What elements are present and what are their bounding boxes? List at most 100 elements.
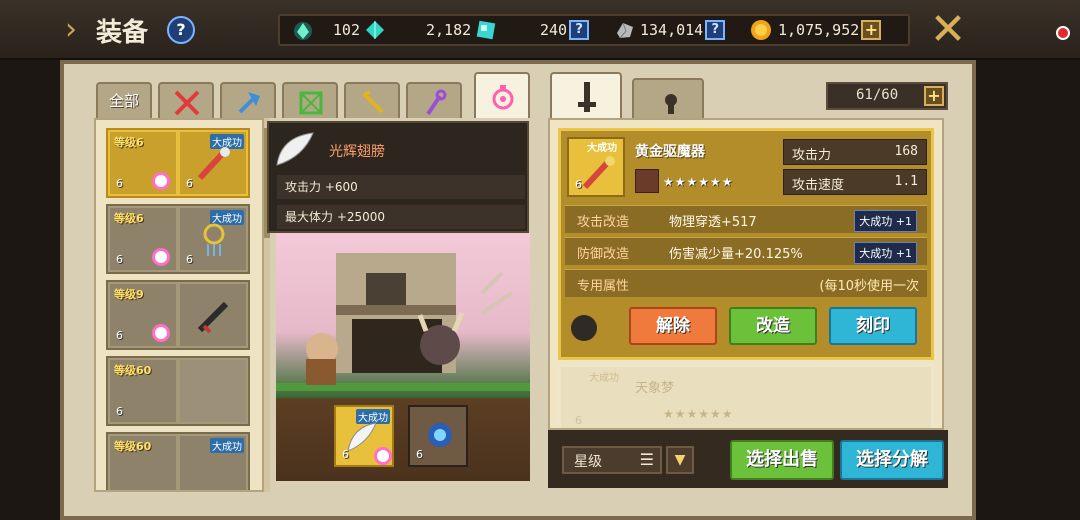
equipment-list[interactable]: 等级6 6 大成功 6 等级6 6 大成功 6 等级9 6 等级60 6 等级6… <box>94 118 264 492</box>
tab-equipment-accessory[interactable] <box>632 78 704 118</box>
mod-label: 攻击改造 <box>577 215 630 230</box>
star-count: 6 <box>116 405 123 418</box>
resource-help-button[interactable]: ? <box>705 20 726 40</box>
item-name: 黄金驱魔器 <box>635 144 705 160</box>
hero-slot[interactable]: 等级9 6 <box>110 284 176 346</box>
item-name: 天象梦 <box>635 381 675 396</box>
level-label: 等级60 <box>114 440 152 453</box>
tab-sword[interactable] <box>158 82 214 118</box>
lock-icon[interactable] <box>571 315 597 341</box>
tab-bow[interactable] <box>282 82 338 118</box>
top-bar: › 装备 ? 102 2,182 240 ? 134,014 ? 1,075,9… <box>0 0 1080 60</box>
item-slot[interactable]: 大成功 6 <box>180 132 246 194</box>
exorcist-item-icon <box>197 147 230 181</box>
tooltip-item-name: 光辉翅膀 <box>329 144 385 160</box>
accessory-icon <box>492 85 514 110</box>
stat-attack-speed: 攻击速度 1.1 <box>783 169 927 195</box>
hero-slot[interactable]: 等级60 6 <box>110 360 176 422</box>
tab-accessory[interactable] <box>474 72 530 118</box>
selected-item-card[interactable]: 大成功 6 黄金驱魔器 ★★★★★★ 攻击力 168 攻击速度 1.1 攻击改造… <box>558 128 934 360</box>
list-item[interactable]: 等级60 6 <box>106 356 250 426</box>
sort-dropdown-button[interactable]: ▼ <box>666 446 694 474</box>
unequip-button[interactable]: 解除 <box>629 307 717 345</box>
inventory-count: 61/60 + <box>826 82 948 110</box>
item-card[interactable]: 大成功 天象梦 ★★★★★★ 6 <box>558 364 934 428</box>
staff-icon <box>426 89 447 116</box>
sword-icon <box>174 90 200 116</box>
hero-preview-scene: 大成功 6 6 <box>276 233 530 481</box>
empty-item-slot[interactable] <box>180 360 246 422</box>
great-success-tag: 大成功 <box>589 373 619 384</box>
resource-bar: 102 2,182 240 ? 134,014 ? 1,075,952 + <box>278 14 910 46</box>
crystal-icon <box>366 21 384 39</box>
bottom-action-bar: 星级 ☰ ▼ 选择出售 选择分解 <box>548 430 948 488</box>
list-item[interactable]: 等级9 6 <box>106 280 250 350</box>
expand-inventory-button[interactable]: + <box>924 86 944 106</box>
accessory-ring-icon <box>152 248 170 266</box>
feather-icon <box>276 132 314 166</box>
list-icon: ☰ <box>639 450 654 469</box>
resource-help-button[interactable]: ? <box>569 20 590 40</box>
level-label: 等级6 <box>114 136 144 149</box>
great-success-tag: 大成功 +1 <box>854 210 917 232</box>
list-item[interactable]: 等级6 6 大成功 6 <box>106 128 250 198</box>
weapon-slot-icon <box>578 82 596 112</box>
star-count: 6 <box>416 448 423 461</box>
stat-attack: 攻击力 168 <box>783 139 927 165</box>
star-count: 6 <box>575 414 582 427</box>
iron-ore-icon <box>617 22 633 39</box>
resource-gold: 1,075,952 + <box>750 16 882 44</box>
back-chevron-icon[interactable]: › <box>62 10 80 50</box>
dreamcatcher-item-icon <box>203 223 225 256</box>
engrave-button[interactable]: 刻印 <box>829 307 917 345</box>
item-slot[interactable] <box>180 284 246 346</box>
mod-value: 伤害减少量+20.125% <box>669 247 803 262</box>
list-item[interactable]: 等级6 6 大成功 6 <box>106 204 250 274</box>
modify-button[interactable]: 改造 <box>729 307 817 345</box>
list-item[interactable]: 等级60 大成功 <box>106 432 250 490</box>
tab-axe[interactable] <box>220 82 276 118</box>
item-slot[interactable]: 大成功 <box>180 436 246 490</box>
resource-value: 240 <box>540 21 568 39</box>
sword-item-icon <box>197 301 229 334</box>
tab-gun[interactable] <box>344 82 400 118</box>
add-gold-button[interactable]: + <box>861 20 882 40</box>
select-sell-button[interactable]: 选择出售 <box>730 440 834 480</box>
help-button[interactable]: ? <box>167 16 195 44</box>
hero-slot[interactable]: 等级6 6 <box>110 132 176 194</box>
resource-value: 1,075,952 <box>778 21 860 39</box>
item-icon-slot: 大成功 6 <box>567 137 625 197</box>
bow-icon <box>299 91 323 115</box>
item-slot[interactable]: 大成功 6 <box>180 208 246 270</box>
crystal-icon <box>476 20 496 40</box>
tooltip-hp: 最大体力 +25000 <box>277 205 525 229</box>
close-button[interactable]: ✕ <box>928 8 968 52</box>
gold-coin-icon <box>751 20 771 40</box>
mod-label: 防御改造 <box>577 247 630 262</box>
equipped-item-slot[interactable]: 6 <box>408 405 468 467</box>
resource-iron-ore: 134,014 ? <box>614 16 726 44</box>
item-stars: ★★★★★★ <box>663 407 734 421</box>
tab-all[interactable]: 全部 <box>96 82 152 118</box>
star-count: 6 <box>575 178 582 191</box>
gun-icon <box>362 90 384 114</box>
select-dismantle-button[interactable]: 选择分解 <box>840 440 944 480</box>
item-tooltip: 光辉翅膀 攻击力 +600 最大体力 +25000 <box>267 121 529 233</box>
item-detail-panel: 大成功 6 黄金驱魔器 ★★★★★★ 攻击力 168 攻击速度 1.1 攻击改造… <box>548 118 944 430</box>
resource-value: 134,014 <box>640 21 704 39</box>
great-success-tag: 大成功 <box>210 438 244 453</box>
exorcist-item-icon <box>582 156 615 190</box>
tab-label: 全部 <box>108 92 139 110</box>
level-label: 等级6 <box>114 212 144 225</box>
hero-slot[interactable]: 等级6 6 <box>110 208 176 270</box>
hero-slot[interactable]: 等级60 <box>110 436 176 490</box>
tab-equipment-weapon[interactable] <box>550 72 622 118</box>
stat-label: 攻击速度 <box>792 178 845 193</box>
sort-select[interactable]: 星级 ☰ <box>562 446 662 474</box>
equipped-item-slot[interactable]: 大成功 6 <box>334 405 394 467</box>
mod-label: 专用属性 <box>577 279 630 294</box>
level-label: 等级9 <box>114 288 144 301</box>
resource-value: 102 <box>332 21 360 39</box>
resource-crystal: 2,182 <box>426 16 497 44</box>
tab-staff[interactable] <box>406 82 462 118</box>
